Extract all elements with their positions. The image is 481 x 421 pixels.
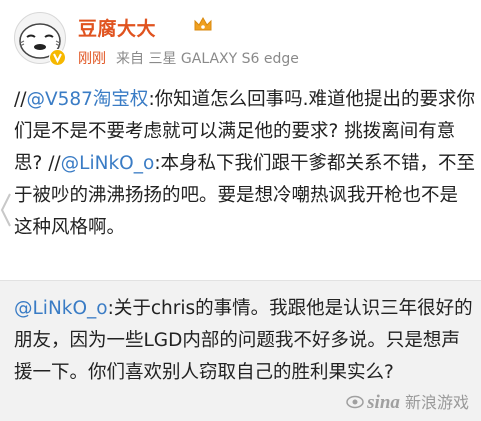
source-prefix: 来自 [116, 51, 144, 67]
mention-link[interactable]: @LiNkO_o [61, 153, 155, 174]
post-content: //@V587淘宝权:你知道怎么回事吗.难道他提出的要求你们是不是不要考虑就可以… [14, 84, 476, 244]
weibo-post: 豆腐大大 刚刚 来自 三星 GALAXY S6 edge //@V587淘宝权:你… [0, 0, 481, 280]
sina-eye-logo-icon [346, 394, 364, 413]
username[interactable]: 豆腐大大 [78, 14, 156, 41]
chevron-left-icon[interactable] [0, 190, 12, 230]
sina-brand: sina [367, 392, 400, 413]
source-device[interactable]: 三星 GALAXY S6 edge [148, 51, 298, 67]
verified-badge-icon [49, 49, 66, 66]
post-time: 刚刚 [78, 51, 106, 67]
quoted-post-text: @LiNkO_o:关于chris的事情。我跟他是认识三年很好的朋友，因为一些LG… [14, 293, 476, 389]
repost-separator: // [14, 89, 27, 110]
sina-games-watermark: sina 新浪游戏 [346, 389, 469, 413]
quoted-post[interactable]: @LiNkO_o:关于chris的事情。我跟他是认识三年很好的朋友，因为一些LG… [0, 280, 481, 421]
watermark-label: 新浪游戏 [404, 393, 469, 412]
crown-icon [194, 16, 212, 31]
mention-link[interactable]: @V587淘宝权 [26, 89, 148, 110]
mention-link[interactable]: @LiNkO_o [14, 298, 108, 319]
post-meta: 刚刚 来自 三星 GALAXY S6 edge [78, 48, 299, 68]
